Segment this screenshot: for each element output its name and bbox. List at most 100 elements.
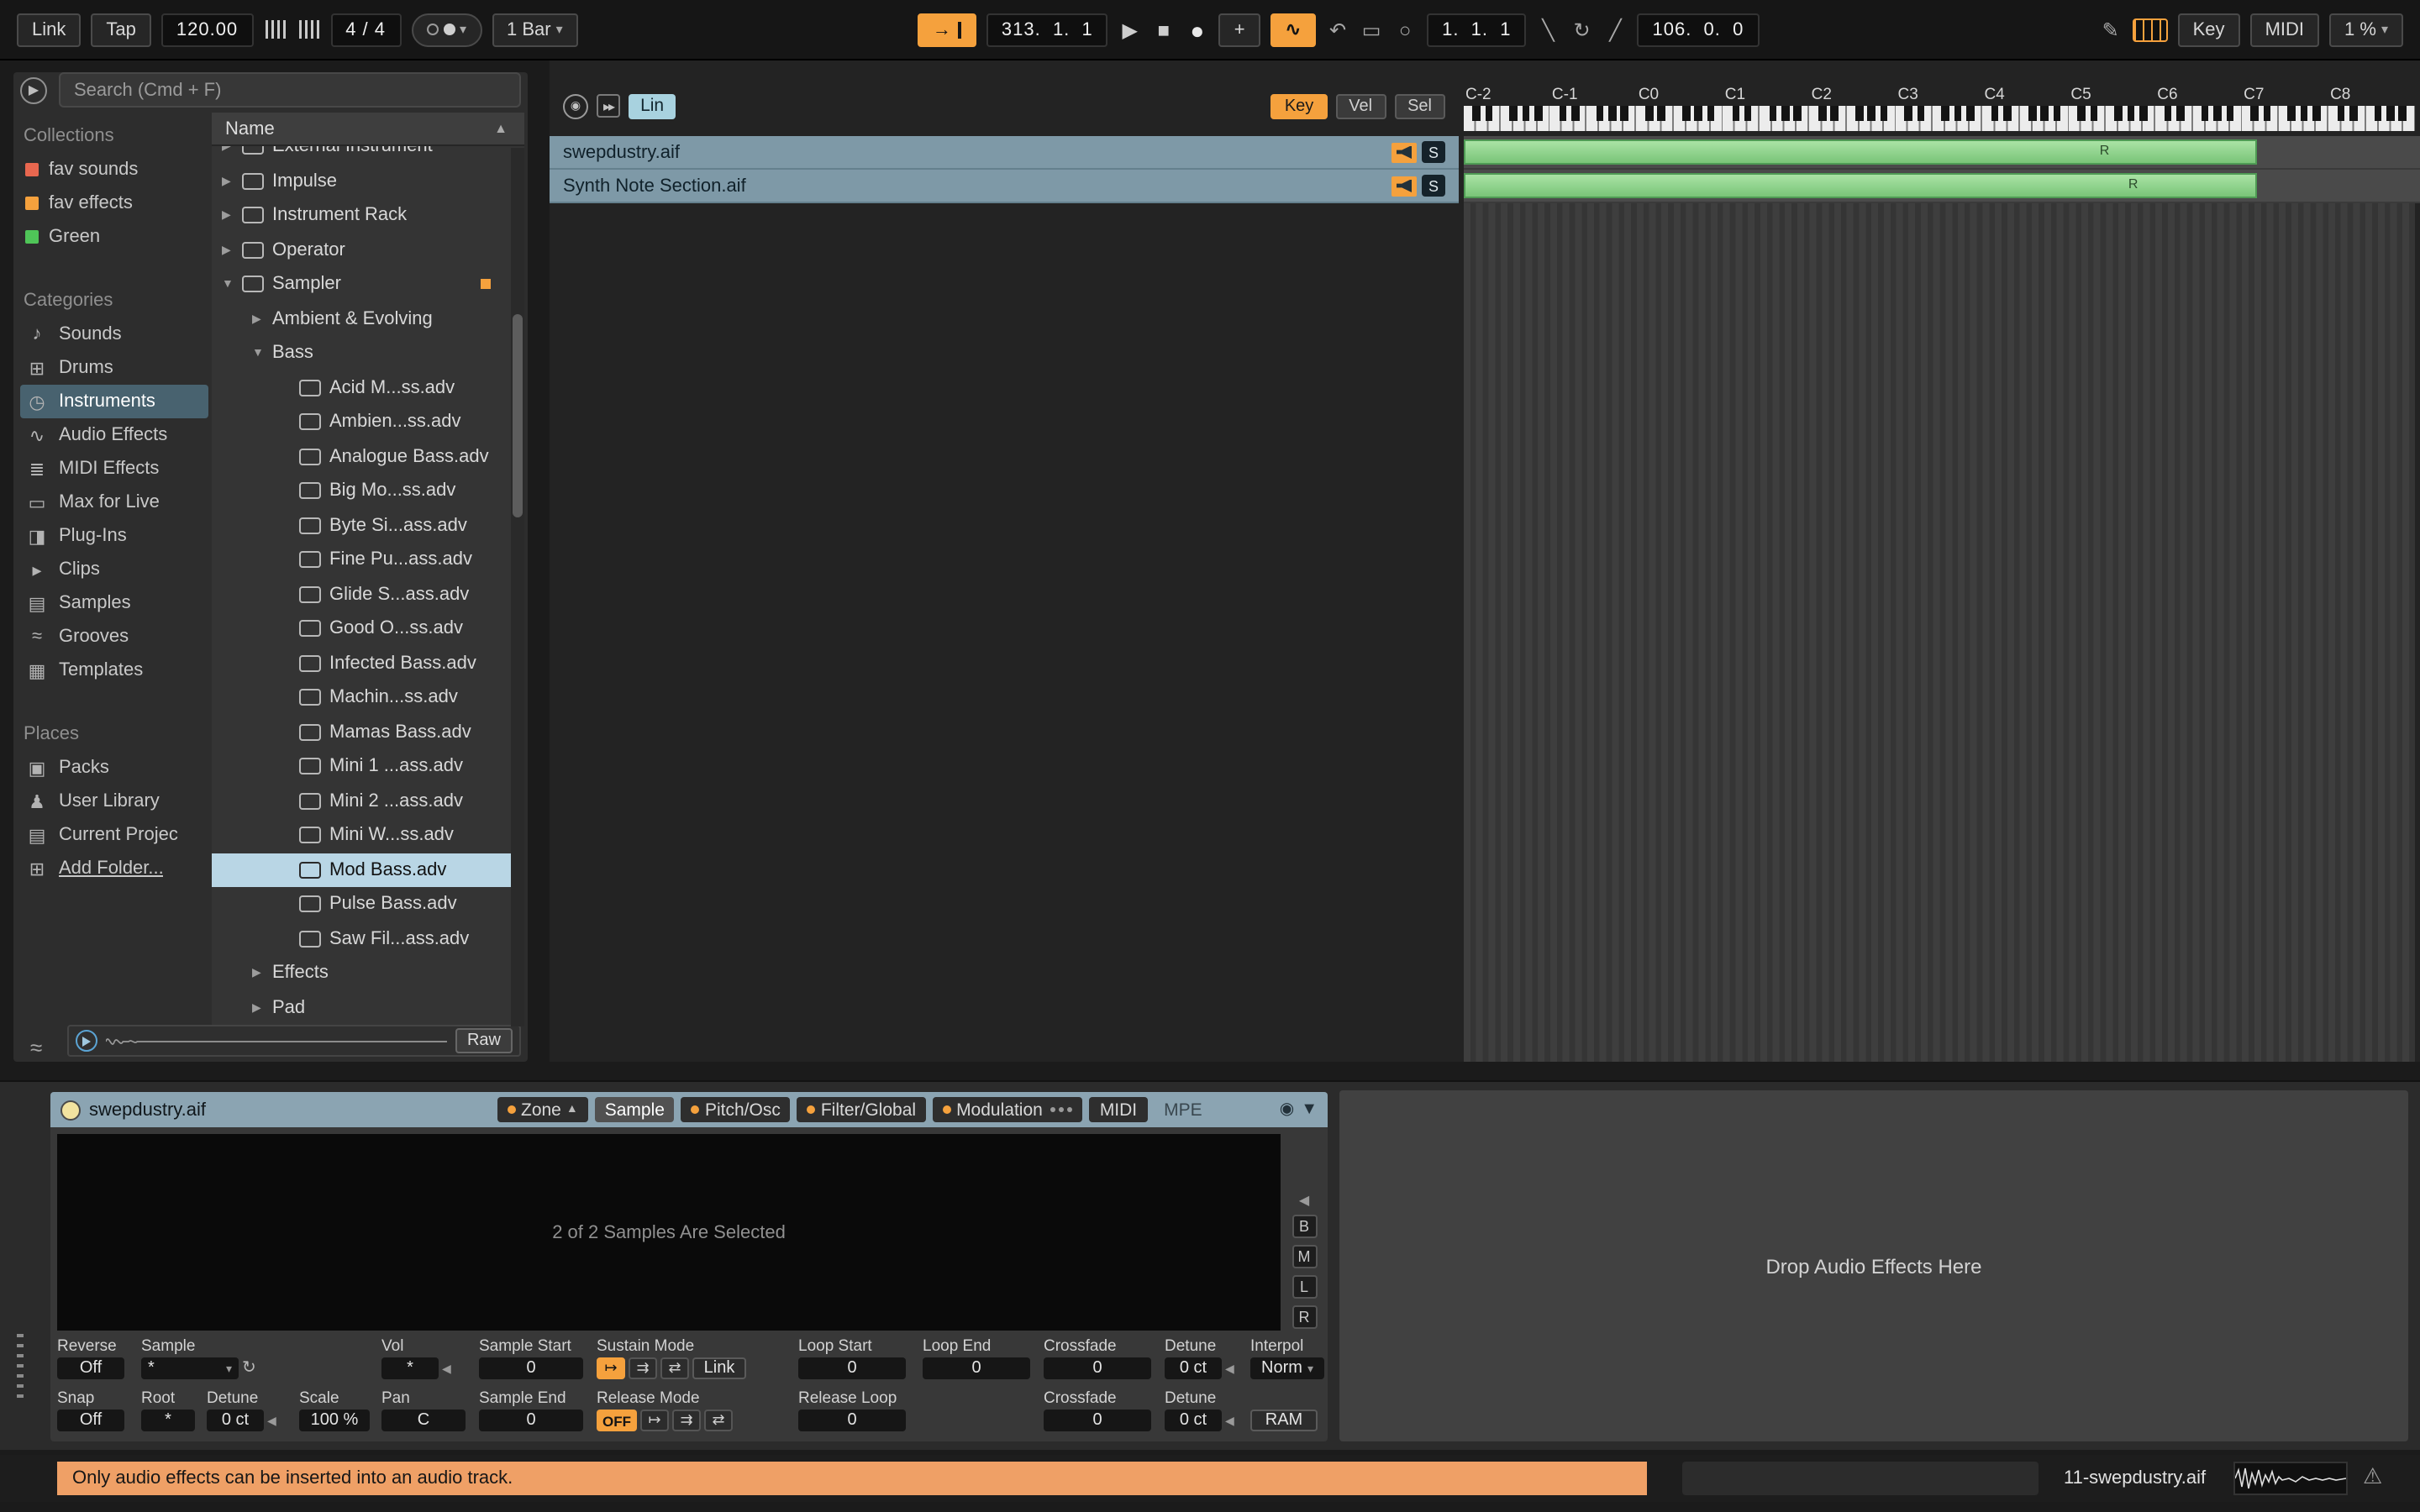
sidebar-item-user-library[interactable]: ♟User Library: [20, 785, 208, 818]
save-preset-icon[interactable]: ▼: [1301, 1100, 1318, 1119]
octave-c1[interactable]: C1: [1723, 87, 1810, 131]
loop-length-display[interactable]: 106. 0. 0: [1638, 13, 1760, 46]
value-box[interactable]: *: [381, 1357, 439, 1379]
solo-button[interactable]: S: [1422, 175, 1445, 197]
sidebar-item-samples[interactable]: ▤Samples: [20, 586, 208, 620]
octave-c7[interactable]: C7: [2242, 87, 2328, 131]
sidebar-item-add-folder[interactable]: ⊞Add Folder...: [20, 852, 208, 885]
tab-modulation[interactable]: Modulation: [933, 1097, 1083, 1122]
control-detune3[interactable]: Detune0 ct◀: [1165, 1389, 1234, 1431]
punch-region-button[interactable]: ▭: [1360, 13, 1383, 46]
loop-forward-icon[interactable]: ⇉: [672, 1410, 701, 1431]
vel-zones-button[interactable]: Vel: [1335, 93, 1386, 118]
octave-c4[interactable]: C4: [1982, 87, 2069, 131]
sidebar-item-templates[interactable]: ▦Templates: [20, 654, 208, 687]
tree-item-instrument-rack[interactable]: ▶Instrument Rack: [212, 198, 511, 233]
sort-ascending-icon[interactable]: ▲: [494, 121, 508, 136]
key-zone-lane[interactable]: R: [1464, 170, 2420, 203]
control-sample[interactable]: Sample*▾↻: [141, 1337, 256, 1379]
octave-c-1[interactable]: C-1: [1550, 87, 1637, 131]
control-release-mode[interactable]: Release ModeOFF↦⇉⇄: [597, 1389, 733, 1431]
draw-mode-button[interactable]: ✎: [2099, 13, 2123, 46]
computer-midi-keyboard-button[interactable]: [2133, 18, 2168, 41]
tempo-field[interactable]: 120.00: [161, 13, 253, 46]
overdub-button[interactable]: +: [1219, 13, 1260, 46]
loop-start-display[interactable]: 1. 1. 1: [1427, 13, 1526, 46]
slider-arrow-icon[interactable]: ◀: [267, 1414, 276, 1427]
sample-name-cell[interactable]: swepdustry.aifS: [550, 136, 1459, 170]
octave-c3[interactable]: C3: [1897, 87, 1983, 131]
key-zone-bar[interactable]: [1464, 173, 2258, 198]
key-zones-button[interactable]: Key: [1271, 93, 1327, 118]
tree-item-big-mo-ss-adv[interactable]: Big Mo...ss.adv: [212, 474, 511, 508]
loop-forward-icon[interactable]: ⇉: [629, 1357, 657, 1379]
key-zone-lane[interactable]: R: [1464, 136, 2420, 170]
tree-scrollbar-thumb[interactable]: [513, 315, 523, 517]
control-release-loop[interactable]: Release Loop0: [798, 1389, 906, 1431]
sidebar-item-packs[interactable]: ▣Packs: [20, 751, 208, 785]
value-box[interactable]: 0: [923, 1357, 1030, 1379]
control-sustain-mode[interactable]: Sustain Mode↦⇉⇄Link: [597, 1337, 746, 1379]
tab-zone[interactable]: Zone▲: [497, 1097, 588, 1122]
tree-item-glide-s-ass-adv[interactable]: Glide S...ass.adv: [212, 577, 511, 612]
capture-midi-button[interactable]: ○: [1393, 13, 1417, 46]
value-box[interactable]: 0: [479, 1410, 583, 1431]
control-crossfade[interactable]: Crossfade0: [1044, 1337, 1151, 1379]
collection-item-fav-sounds[interactable]: fav sounds: [20, 153, 208, 186]
value-box[interactable]: Link: [692, 1357, 746, 1379]
value-box[interactable]: 0 ct: [207, 1410, 264, 1431]
key-zone-bar[interactable]: [1464, 139, 2258, 165]
value-box[interactable]: 0: [1044, 1410, 1151, 1431]
octave-c0[interactable]: C0: [1637, 87, 1723, 131]
tree-item-mini-2-ass-adv[interactable]: Mini 2 ...ass.adv: [212, 784, 511, 818]
disclosure-closed-icon[interactable]: ▶: [252, 967, 272, 980]
disclosure-open-icon[interactable]: ▼: [252, 348, 272, 360]
tree-item-pad[interactable]: ▶Pad: [212, 990, 511, 1025]
tree-item-mini-w-ss-adv[interactable]: Mini W...ss.adv: [212, 818, 511, 853]
tree-item-effects[interactable]: ▶Effects: [212, 956, 511, 990]
tree-item-bass[interactable]: ▼Bass: [212, 336, 511, 370]
tree-item-mamas-bass-adv[interactable]: Mamas Bass.adv: [212, 715, 511, 749]
slider-arrow-icon[interactable]: ◀: [1225, 1362, 1234, 1375]
auto-select-button[interactable]: ◉: [563, 93, 588, 118]
disclosure-closed-icon[interactable]: ▶: [222, 244, 242, 257]
control-reverse[interactable]: ReverseOff: [57, 1337, 124, 1379]
tab-mpe[interactable]: MPE: [1154, 1097, 1213, 1122]
collections-header[interactable]: Collections: [24, 126, 208, 146]
loop-pingpong-icon[interactable]: ⇄: [660, 1357, 689, 1379]
link-button[interactable]: Link: [17, 13, 81, 46]
sidebar-item-grooves[interactable]: ≈Grooves: [20, 620, 208, 654]
value-box[interactable]: 0: [798, 1357, 906, 1379]
tab-midi[interactable]: MIDI: [1090, 1097, 1147, 1122]
control-scale[interactable]: Scale100 %: [299, 1389, 370, 1431]
control-snap[interactable]: SnapOff: [57, 1389, 124, 1431]
control-interpol[interactable]: InterpolNorm▾: [1250, 1337, 1324, 1379]
sidebar-item-max-for-live[interactable]: ▭Max for Live: [20, 486, 208, 519]
sidebar-item-midi-effects[interactable]: ≣MIDI Effects: [20, 452, 208, 486]
octave-c2[interactable]: C2: [1810, 87, 1897, 131]
sample-display[interactable]: 2 of 2 Samples Are Selected: [57, 1134, 1281, 1331]
device-drag-handle[interactable]: [17, 1334, 24, 1401]
tree-item-mod-bass-adv[interactable]: Mod Bass.adv: [212, 853, 511, 887]
control-root[interactable]: Root*: [141, 1389, 195, 1431]
hot-swap-icon[interactable]: ◉: [1280, 1100, 1294, 1119]
follow-playback-button[interactable]: ▸▸: [597, 94, 620, 118]
control-detune2[interactable]: Detune0 ct◀: [207, 1389, 276, 1431]
slider-arrow-icon[interactable]: ◀: [1225, 1414, 1234, 1427]
display-button-b[interactable]: B: [1292, 1215, 1317, 1238]
value-box[interactable]: Norm▾: [1250, 1357, 1324, 1379]
browser-preview-toggle[interactable]: ▶: [20, 76, 47, 103]
speaker-icon[interactable]: [1392, 176, 1417, 196]
tree-item-infected-bass-adv[interactable]: Infected Bass.adv: [212, 646, 511, 680]
solo-button[interactable]: S: [1422, 141, 1445, 163]
play-button[interactable]: ▶: [1118, 13, 1142, 46]
punch-in-button[interactable]: ╲: [1537, 13, 1560, 46]
metronome-button[interactable]: ▾: [411, 13, 481, 46]
control-sample-start[interactable]: Sample Start0: [479, 1337, 583, 1379]
preview-speaker-icon[interactable]: [76, 1030, 97, 1052]
automation-arm-button[interactable]: ∿: [1270, 13, 1316, 46]
control-crossfade2[interactable]: Crossfade0: [1044, 1389, 1151, 1431]
sidebar-item-clips[interactable]: ▸Clips: [20, 553, 208, 586]
loop-button[interactable]: ↻: [1570, 13, 1594, 46]
control-pan[interactable]: PanC: [381, 1389, 466, 1431]
